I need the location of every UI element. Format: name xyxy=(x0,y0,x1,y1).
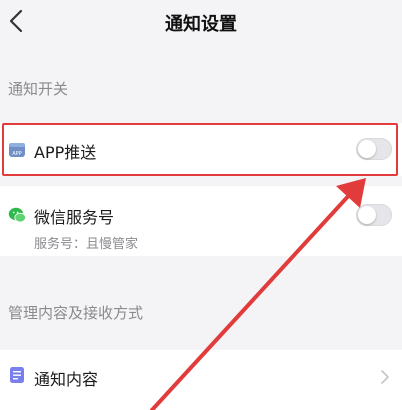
notify-content-row[interactable]: 通知内容 xyxy=(0,350,402,410)
notify-content-label: 通知内容 xyxy=(34,370,99,389)
content-list-icon xyxy=(10,367,24,383)
wechat-icon xyxy=(8,207,26,223)
section-label-notify-switch: 通知开关 xyxy=(8,80,69,98)
wechat-service-row[interactable]: 微信服务号 服务号：且慢管家 xyxy=(0,186,402,256)
page-title: 通知设置 xyxy=(165,14,237,35)
wechat-service-toggle[interactable] xyxy=(356,204,392,226)
chevron-right-icon xyxy=(381,370,389,384)
wechat-service-label: 微信服务号 xyxy=(34,208,115,227)
top-bar: 通知设置 xyxy=(0,0,402,48)
annotation-highlight-box xyxy=(2,123,398,176)
toggle-knob xyxy=(358,206,376,224)
wechat-service-subtext: 服务号：且慢管家 xyxy=(34,237,139,252)
section-label-manage: 管理内容及接收方式 xyxy=(8,304,144,322)
